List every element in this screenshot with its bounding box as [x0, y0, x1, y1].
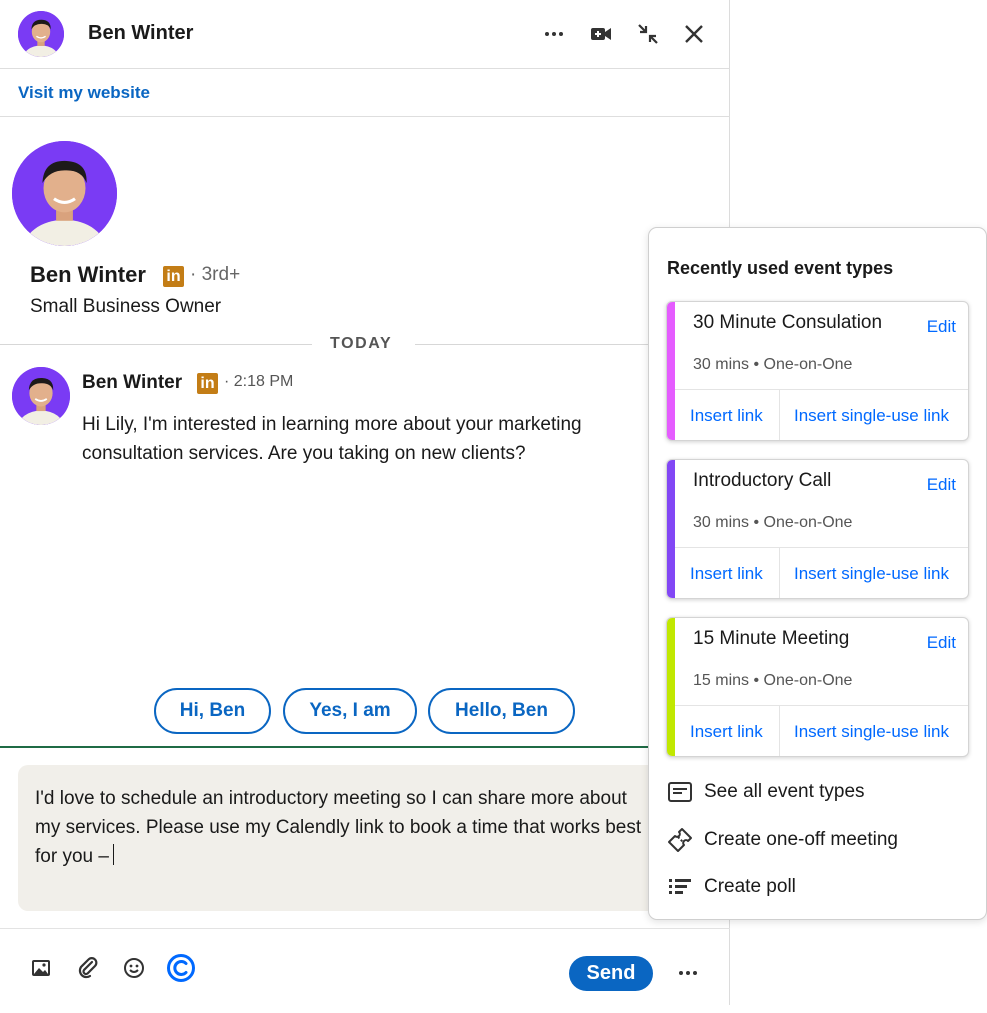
image-icon[interactable]: [28, 955, 54, 981]
person-avatar-icon: [12, 141, 117, 246]
card-divider: [779, 390, 780, 440]
poll-icon: [666, 873, 694, 901]
card-divider: [675, 547, 968, 548]
website-bar: Visit my website: [0, 69, 730, 117]
divider-line-left: [0, 344, 312, 345]
event-title: Introductory Call: [693, 470, 832, 491]
connection-degree: · 3rd+: [190, 264, 241, 285]
insert-link-button[interactable]: Insert link: [690, 722, 763, 742]
event-type-card: 30 Minute Consulation Edit 30 mins • One…: [666, 301, 969, 441]
linkedin-badge-icon: in: [197, 373, 218, 394]
close-icon[interactable]: [680, 20, 708, 48]
edit-event-button[interactable]: Edit: [927, 475, 956, 495]
linkedin-badge-icon: in: [163, 266, 184, 287]
chat-window: Ben Winter Visit my website Ben Winter i…: [0, 0, 730, 1005]
attachment-icon[interactable]: [75, 955, 101, 981]
message-sender[interactable]: Ben Winter: [82, 372, 182, 394]
card-divider: [675, 705, 968, 706]
ticket-icon: [666, 826, 694, 854]
event-type-card: Introductory Call Edit 30 mins • One-on-…: [666, 459, 969, 599]
see-all-event-types-item[interactable]: See all event types: [666, 775, 865, 809]
message-composer[interactable]: I'd love to schedule an introductory mee…: [18, 765, 658, 911]
contact-name[interactable]: Ben Winter: [88, 22, 193, 45]
calendly-icon[interactable]: [166, 953, 196, 983]
event-meta: 30 mins • One-on-One: [693, 356, 853, 373]
profile-headline: Small Business Owner: [30, 296, 222, 317]
sender-avatar[interactable]: [12, 367, 70, 425]
profile-avatar[interactable]: [12, 141, 117, 246]
minimize-icon[interactable]: [634, 20, 662, 48]
chat-header: Ben Winter: [0, 0, 730, 69]
person-avatar-icon: [12, 367, 70, 425]
insert-single-use-link-button[interactable]: Insert single-use link: [794, 722, 949, 742]
card-divider: [675, 389, 968, 390]
visit-website-link[interactable]: Visit my website: [18, 83, 150, 103]
message-time: · 2:18 PM: [224, 373, 294, 390]
divider-line-right: [415, 344, 650, 345]
create-poll-item[interactable]: Create poll: [666, 870, 796, 904]
edit-event-button[interactable]: Edit: [927, 317, 956, 337]
event-type-card: 15 Minute Meeting Edit 15 mins • One-on-…: [666, 617, 969, 757]
date-divider: TODAY: [330, 335, 393, 352]
composer-text-wrap: I'd love to schedule an introductory mee…: [35, 784, 645, 871]
panel-title: Recently used event types: [667, 258, 894, 278]
insert-link-button[interactable]: Insert link: [690, 406, 763, 426]
insert-single-use-link-button[interactable]: Insert single-use link: [794, 564, 949, 584]
create-one-off-meeting-item[interactable]: Create one-off meeting: [666, 823, 898, 857]
composer-text: I'd love to schedule an introductory mee…: [35, 788, 642, 867]
event-title: 15 Minute Meeting: [693, 628, 850, 649]
menu-item-label: Create one-off meeting: [704, 829, 898, 850]
event-title: 30 Minute Consulation: [693, 312, 883, 333]
calendly-event-panel: Recently used event types 30 Minute Cons…: [648, 227, 987, 920]
more-horizontal-icon[interactable]: [540, 20, 568, 48]
event-meta: 15 mins • One-on-One: [693, 672, 853, 689]
send-button[interactable]: Send: [569, 956, 653, 991]
emoji-icon[interactable]: [121, 955, 147, 981]
video-call-icon[interactable]: [587, 20, 615, 48]
toolbar-divider: [0, 928, 730, 929]
composer-focus-line: [0, 746, 650, 748]
insert-link-button[interactable]: Insert link: [690, 564, 763, 584]
message-body: Hi Lily, I'm interested in learning more…: [82, 414, 582, 464]
menu-item-label: See all event types: [704, 781, 865, 802]
more-horizontal-icon[interactable]: [675, 960, 701, 986]
text-caret: [112, 844, 114, 865]
event-color-stripe: [667, 460, 675, 598]
contact-avatar[interactable]: [18, 11, 64, 57]
menu-item-label: Create poll: [704, 876, 796, 897]
list-icon: [666, 778, 694, 806]
event-meta: 30 mins • One-on-One: [693, 514, 853, 531]
profile-name[interactable]: Ben Winter: [30, 262, 146, 288]
quick-reply-button[interactable]: Hello, Ben: [428, 688, 575, 734]
event-color-stripe: [667, 618, 675, 756]
quick-reply-button[interactable]: Yes, I am: [283, 688, 417, 734]
person-avatar-icon: [18, 11, 64, 57]
quick-reply-button[interactable]: Hi, Ben: [154, 688, 271, 734]
card-divider: [779, 706, 780, 756]
edit-event-button[interactable]: Edit: [927, 633, 956, 653]
insert-single-use-link-button[interactable]: Insert single-use link: [794, 406, 949, 426]
card-divider: [779, 548, 780, 598]
event-color-stripe: [667, 302, 675, 440]
